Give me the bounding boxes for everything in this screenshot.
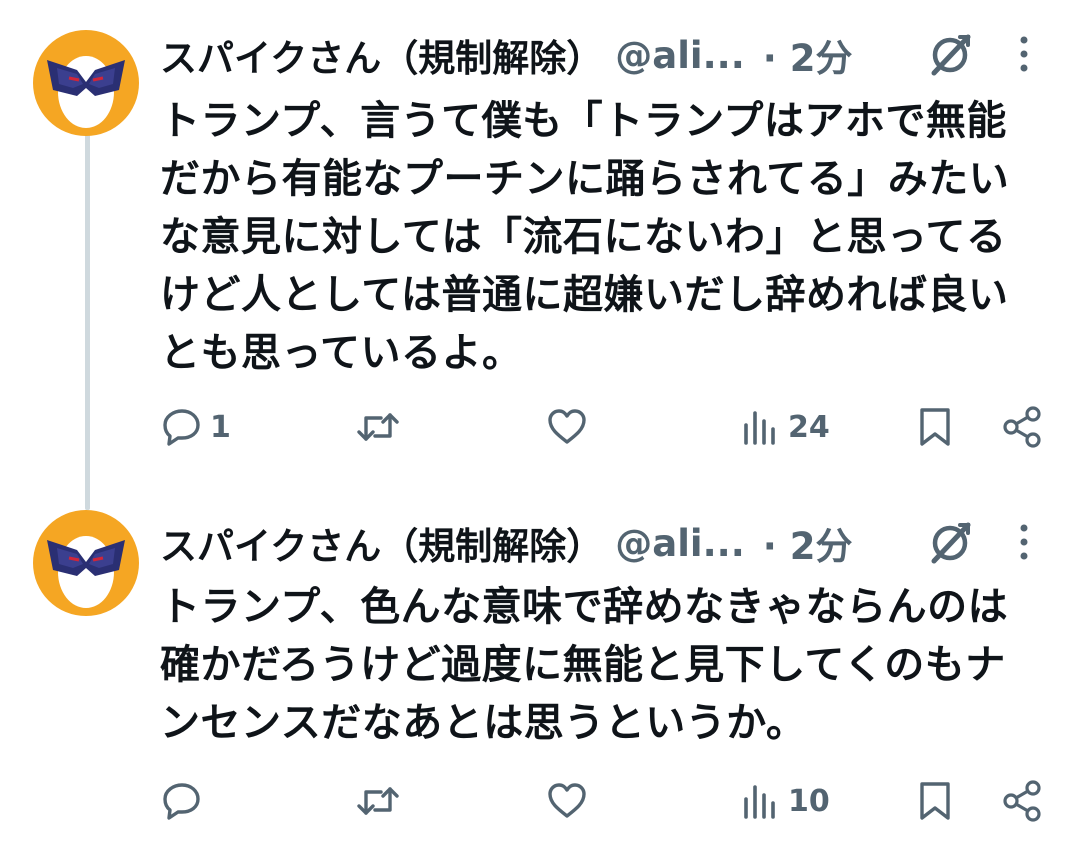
tweet-actions: 10: [0, 772, 1080, 830]
reply-button[interactable]: 1: [160, 398, 231, 456]
tweet-header: スパイクさん（規制解除） @ali... · 2分: [160, 516, 853, 570]
display-name[interactable]: スパイクさん（規制解除）: [160, 516, 603, 570]
analytics-icon: [738, 405, 782, 449]
timestamp[interactable]: · 2分: [763, 516, 853, 570]
display-name[interactable]: スパイクさん（規制解除）: [160, 28, 603, 82]
share-icon: [1000, 779, 1044, 823]
reply-icon: [160, 779, 204, 823]
tweet-header: スパイクさん（規制解除） @ali... · 2分: [160, 28, 853, 82]
analytics-icon: [738, 779, 782, 823]
views-button[interactable]: 24: [738, 398, 830, 456]
tweet[interactable]: スパイクさん（規制解除） @ali... · 2分 トランプ、色んな意味で辞めな…: [0, 478, 1080, 850]
view-count: 24: [788, 409, 830, 445]
avatar[interactable]: [33, 30, 139, 136]
avatar[interactable]: [33, 510, 139, 616]
user-handle[interactable]: @ali...: [615, 522, 745, 565]
user-handle[interactable]: @ali...: [615, 34, 745, 77]
tweet-text: トランプ、言うて僕も「トランプはアホで無能だから有能なプーチンに踊らされてる」み…: [160, 98, 1010, 376]
more-vertical-icon[interactable]: [1010, 32, 1038, 76]
share-button[interactable]: [1000, 398, 1044, 456]
bookmark-icon: [915, 779, 955, 823]
tweet-actions: 1 24: [0, 398, 1080, 456]
retweet-icon: [355, 405, 401, 449]
heart-icon: [545, 779, 589, 823]
reply-icon: [160, 405, 204, 449]
bookmark-button[interactable]: [915, 772, 955, 830]
views-button[interactable]: 10: [738, 772, 830, 830]
more-vertical-icon[interactable]: [1010, 520, 1038, 564]
bookmark-button[interactable]: [915, 398, 955, 456]
tweet-text: トランプ、色んな意味で辞めなきゃならんのは確かだろうけど過度に無能と見下してくの…: [160, 584, 1009, 746]
tweet[interactable]: スパイクさん（規制解除） @ali... · 2分 トランプ、言うて僕も「トラン…: [0, 0, 1080, 478]
grok-icon[interactable]: [920, 518, 980, 568]
retweet-button[interactable]: [355, 398, 407, 456]
like-button[interactable]: [545, 398, 595, 456]
retweet-icon: [355, 779, 401, 823]
reply-button[interactable]: [160, 772, 210, 830]
timestamp[interactable]: · 2分: [763, 28, 853, 82]
view-count: 10: [788, 783, 830, 819]
reply-count: 1: [210, 409, 231, 445]
share-icon: [1000, 405, 1044, 449]
share-button[interactable]: [1000, 772, 1044, 830]
retweet-button[interactable]: [355, 772, 407, 830]
bookmark-icon: [915, 405, 955, 449]
heart-icon: [545, 405, 589, 449]
like-button[interactable]: [545, 772, 595, 830]
grok-icon[interactable]: [920, 30, 980, 80]
